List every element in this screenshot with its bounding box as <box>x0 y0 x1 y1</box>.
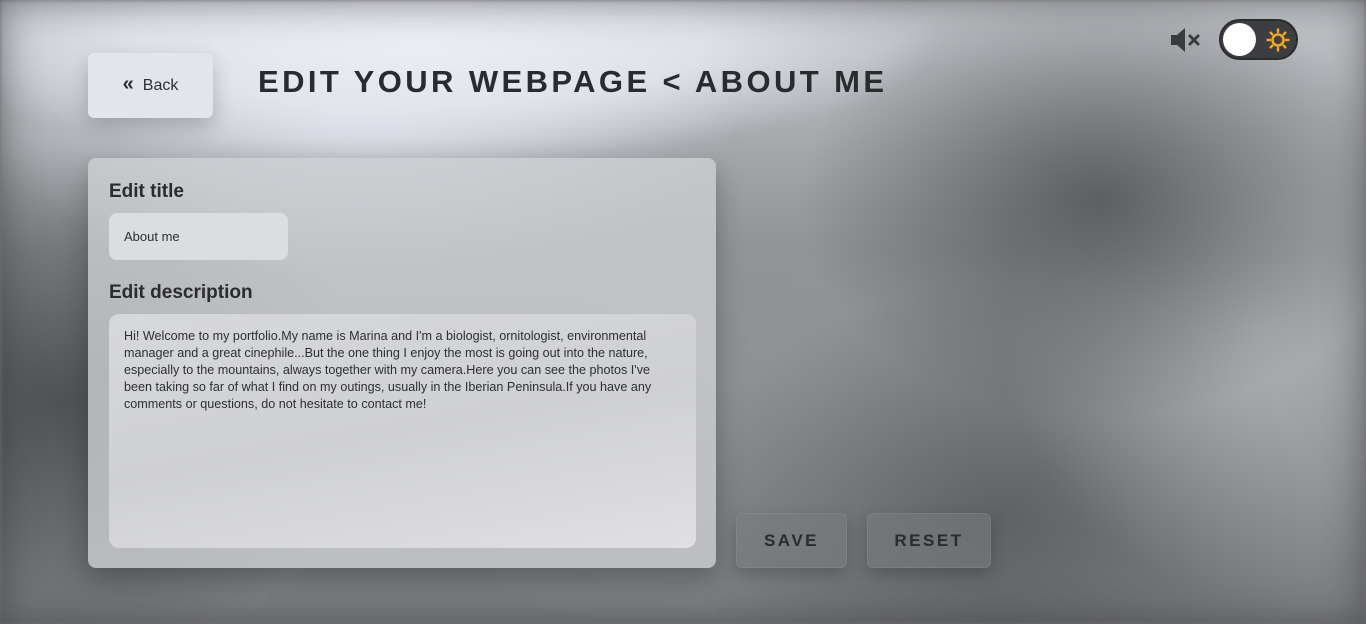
sun-icon <box>1266 28 1290 52</box>
back-button[interactable]: « Back <box>88 53 213 118</box>
theme-toggle[interactable] <box>1219 19 1298 60</box>
reset-button[interactable]: RESET <box>867 513 991 568</box>
speaker-muted-icon[interactable] <box>1168 26 1204 54</box>
edit-description-label: Edit description <box>109 282 253 303</box>
edit-title-label: Edit title <box>109 181 184 202</box>
page-title: EDIT YOUR WEBPAGE < ABOUT ME <box>258 64 888 99</box>
description-textarea[interactable]: Hi! Welcome to my portfolio.My name is M… <box>109 314 696 548</box>
edit-panel: Edit title Edit description Hi! Welcome … <box>88 158 716 568</box>
title-input[interactable] <box>109 213 288 260</box>
save-button[interactable]: SAVE <box>736 513 847 568</box>
toggle-knob <box>1223 23 1256 56</box>
back-button-label: Back <box>142 76 179 94</box>
double-chevron-left-icon: « <box>122 73 134 95</box>
